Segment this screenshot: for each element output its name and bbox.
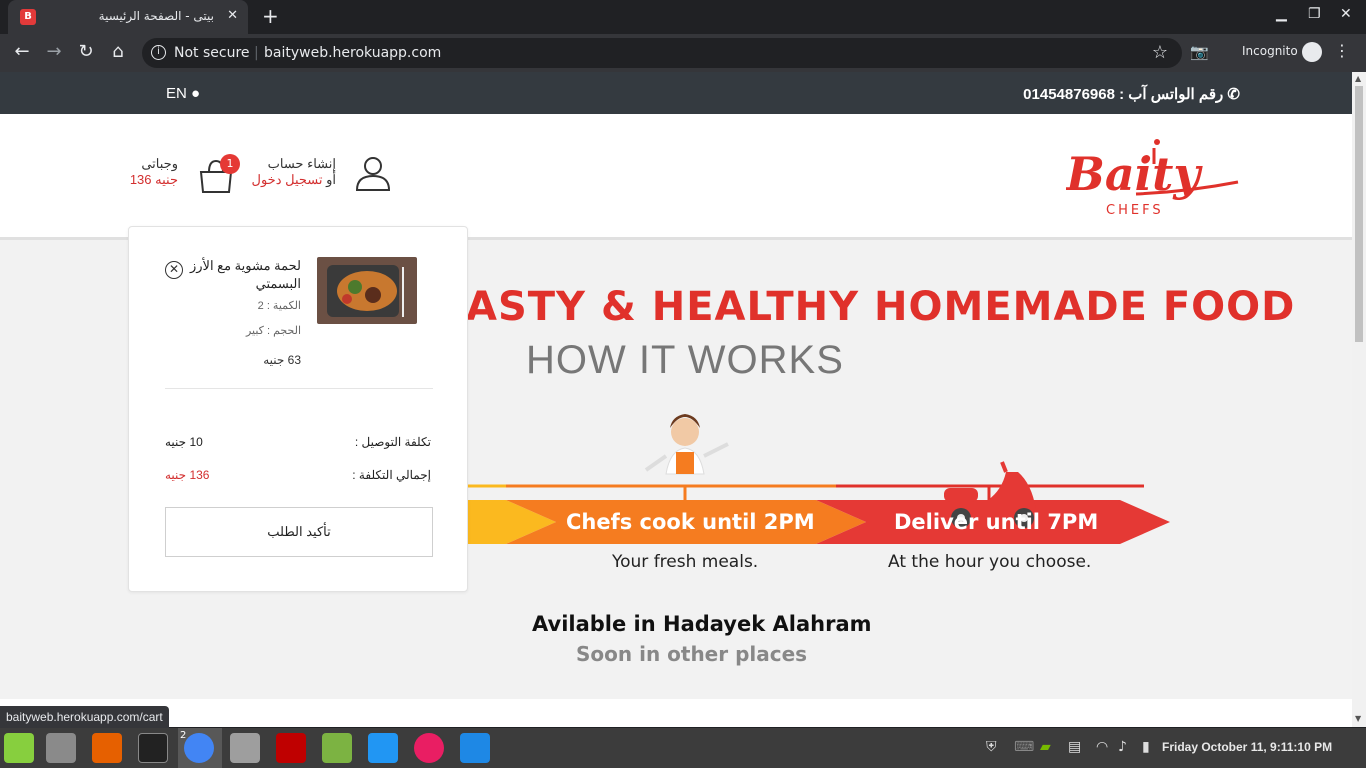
site-header: Baity CHEFS إنشاء حساب أو تسجيل دخول 1 و… <box>0 114 1352 240</box>
mint-menu-icon[interactable] <box>4 733 34 763</box>
step-deliver-sub: At the hour you choose. <box>888 552 1092 572</box>
incognito-label: Incognito <box>1242 44 1298 58</box>
camera-icon[interactable]: 📷 <box>1190 43 1209 61</box>
tab-title: بيتى - الصفحة الرئيسية <box>98 9 214 23</box>
security-label: Not secure <box>174 45 250 61</box>
keyboard-icon[interactable]: ⌨ <box>1014 739 1034 755</box>
hero-title: ASTY & HEALTHY HOMEMADE FOOD <box>466 284 1296 330</box>
scrollbar-thumb[interactable] <box>1355 86 1363 342</box>
home-icon[interactable]: ⌂ <box>106 41 130 62</box>
account-links: إنشاء حساب أو تسجيل دخول <box>240 156 337 188</box>
scroll-up-icon[interactable]: ▲ <box>1355 74 1361 83</box>
site-favicon-icon: B <box>20 9 36 25</box>
flag-icon[interactable]: ▤ <box>1068 739 1081 755</box>
whatsapp-text: رقم الواتس آب : 01454876968 <box>1023 86 1224 103</box>
confirm-order-button[interactable]: تأكيد الطلب <box>165 507 433 557</box>
or-text: أو <box>326 172 336 187</box>
how-it-works-heading: HOW IT WORKS <box>526 338 844 382</box>
cart-item-price: 63 جنيه <box>263 353 301 367</box>
cart-item-quantity: الكمية : 2 <box>257 300 301 312</box>
filezilla-icon[interactable] <box>276 733 306 763</box>
spotify-icon[interactable] <box>322 733 352 763</box>
meal-image <box>317 257 417 324</box>
availability-sub: Soon in other places <box>576 642 808 666</box>
system-clock[interactable]: Friday October 11, 9:11:10 PM <box>1162 740 1332 754</box>
files-icon[interactable] <box>230 733 260 763</box>
volume-icon[interactable]: ♪ <box>1118 739 1127 755</box>
address-bar[interactable]: i Not secure | baityweb.herokuapp.com ☆ <box>142 38 1182 68</box>
os-taskbar: 2 ⛨ ⌨ ▰ ▤ ◠ ♪ ▮ Friday October 11, 9:11:… <box>0 728 1366 768</box>
my-meals[interactable]: وجباتى 136 جنيه <box>118 156 178 188</box>
wifi-icon[interactable]: ◠ <box>1096 739 1108 755</box>
tab-close-icon[interactable]: ✕ <box>227 8 238 23</box>
battery-icon[interactable]: ▮ <box>1142 739 1150 755</box>
app-icon[interactable] <box>460 733 490 763</box>
logo-text: Baity <box>1066 147 1203 201</box>
site-topbar: EN ● ✆ رقم الواتس آب : 01454876968 <box>0 72 1352 114</box>
step-cook-sub: Your fresh meals. <box>612 552 759 572</box>
chrome-window-count: 2 <box>180 730 187 741</box>
browser-toolbar: ← → ↻ ⌂ i Not secure | baityweb.herokuap… <box>0 34 1366 72</box>
incognito-icon[interactable] <box>1302 42 1322 62</box>
whatsapp-icon: ✆ <box>1227 86 1240 103</box>
user-icon[interactable] <box>354 154 392 192</box>
login-link[interactable]: تسجيل دخول <box>252 172 323 187</box>
delivery-cost-label: تكلفة التوصيل : <box>354 435 431 449</box>
page-footer-strip <box>0 699 1352 727</box>
restore-icon[interactable]: ❐ <box>1308 6 1321 22</box>
new-tab-button[interactable]: + <box>262 4 279 28</box>
total-cost-label: إجمالي التكلفة : <box>352 468 431 482</box>
close-window-icon[interactable]: ✕ <box>1340 6 1352 22</box>
browser-tabstrip: B بيتى - الصفحة الرئيسية ✕ + ▁ ❐ ✕ <box>0 0 1366 34</box>
step-deliver-label: Deliver until 7PM <box>894 510 1099 534</box>
cart-item-name: لحمة مشوية مع الأرز البسمتي <box>189 258 301 291</box>
step-cook-label: Chefs cook until 2PM <box>566 510 815 534</box>
cart-dropdown: ✕ لحمة مشوية مع الأرز البسمتي الكمية : 2… <box>128 226 468 592</box>
total-cost-value: 136 جنيه <box>165 468 210 482</box>
globe-icon: ● <box>191 85 201 102</box>
back-icon[interactable]: ← <box>10 41 34 62</box>
baity-chefs-logo[interactable]: Baity CHEFS <box>1066 136 1241 216</box>
omnibox-separator: | <box>254 45 259 61</box>
meals-label: وجباتى <box>141 156 178 171</box>
whatsapp-number: ✆ رقم الواتس آب : 01454876968 <box>1023 85 1240 103</box>
create-account-link[interactable]: إنشاء حساب <box>240 156 336 172</box>
page-scrollbar[interactable]: ▲ ▼ <box>1352 72 1366 727</box>
chrome-icon[interactable] <box>184 733 214 763</box>
url-text[interactable]: baityweb.herokuapp.com <box>264 45 441 61</box>
cart-count-badge: 1 <box>220 154 240 174</box>
terminal-icon[interactable] <box>138 733 168 763</box>
slack-icon[interactable] <box>414 733 444 763</box>
availability-heading: Avilable in Hadayek Alahram <box>532 612 872 636</box>
status-bar-url: baityweb.herokuapp.com/cart <box>0 706 169 728</box>
cart-item-size: الحجم : كبير <box>245 325 301 337</box>
vscode-icon[interactable] <box>368 733 398 763</box>
chef-illustration <box>644 414 729 475</box>
language-label: EN <box>166 85 187 102</box>
nvidia-icon[interactable]: ▰ <box>1040 739 1051 755</box>
bookmark-star-icon[interactable]: ☆ <box>1152 42 1168 63</box>
reload-icon[interactable]: ↻ <box>74 41 98 62</box>
browser-menu-icon[interactable]: ⋮ <box>1334 41 1350 60</box>
page-viewport: EN ● ✆ رقم الواتس آب : 01454876968 Baity… <box>0 72 1352 727</box>
language-switch[interactable]: EN ● <box>166 85 200 102</box>
cart-divider <box>165 388 433 389</box>
site-info-icon[interactable]: i <box>151 45 166 60</box>
minimize-icon[interactable]: ▁ <box>1276 6 1287 22</box>
firefox-icon[interactable] <box>92 733 122 763</box>
shield-icon[interactable]: ⛨ <box>986 739 997 755</box>
forward-icon[interactable]: → <box>42 41 66 62</box>
browser-tab[interactable]: B بيتى - الصفحة الرئيسية ✕ <box>8 0 248 34</box>
delivery-cost-value: 10 جنيه <box>165 435 203 449</box>
show-desktop-icon[interactable] <box>46 733 76 763</box>
meals-total: 136 جنيه <box>129 172 178 187</box>
scroll-down-icon[interactable]: ▼ <box>1355 714 1361 723</box>
logo-subtext: CHEFS <box>1106 203 1164 216</box>
